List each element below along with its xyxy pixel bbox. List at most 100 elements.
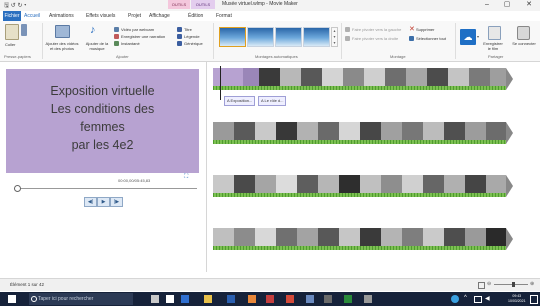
clip-thumbnail[interactable]	[381, 228, 402, 248]
paste-button[interactable]: Coller	[5, 42, 15, 47]
clip-thumbnail[interactable]	[276, 228, 297, 248]
save-movie-button[interactable]: Enregistrer le film	[482, 41, 504, 51]
storyboard-row[interactable]	[213, 68, 513, 90]
clip-thumbnail[interactable]	[465, 228, 486, 248]
music-track[interactable]	[213, 193, 506, 197]
add-videos-photos-button[interactable]: Ajouter des vidéos et des photos	[45, 41, 79, 51]
clip-thumbnail[interactable]	[213, 228, 234, 248]
zoom-out-icon[interactable]: ⊖	[487, 281, 491, 287]
music-track[interactable]	[213, 86, 506, 90]
seek-bar[interactable]	[14, 188, 197, 189]
video-preview[interactable]: Exposition virtuelle Les conditions des …	[6, 69, 199, 173]
caption-button[interactable]: Légende	[184, 34, 200, 39]
clip-thumbnail[interactable]	[259, 68, 280, 88]
cut-copy-icon[interactable]	[21, 24, 27, 36]
clip-thumbnail[interactable]	[213, 122, 234, 142]
tab-format[interactable]: Format	[214, 11, 234, 21]
taskbar-search-box[interactable]: Taper ici pour rechercher	[29, 293, 133, 305]
clip-thumbnail[interactable]	[486, 228, 506, 248]
chrome-icon[interactable]	[266, 295, 274, 303]
clip-thumbnail[interactable]	[444, 175, 465, 195]
fullscreen-icon[interactable]: ⛶	[184, 174, 192, 181]
clip-thumbnail[interactable]	[297, 228, 318, 248]
sign-in-button[interactable]: Se connecter	[512, 41, 536, 46]
clip-thumbnail[interactable]	[234, 228, 255, 248]
theme-thumbnail[interactable]	[275, 27, 302, 47]
clip-thumbnail[interactable]	[297, 175, 318, 195]
caption-item[interactable]: A Le rôle d...	[258, 96, 287, 106]
clip-thumbnail[interactable]	[234, 122, 255, 142]
clip-thumbnail[interactable]	[427, 68, 448, 88]
next-frame-button[interactable]: |▶	[110, 197, 123, 207]
storyboard-view-icon[interactable]	[478, 282, 485, 289]
excel-icon[interactable]	[344, 295, 352, 303]
record-narration-button[interactable]: Enregistrer une narration	[121, 34, 165, 39]
webcam-video-button[interactable]: Vidéo par webcam	[121, 27, 154, 32]
music-track[interactable]	[213, 246, 506, 250]
clip-thumbnail[interactable]	[243, 68, 259, 88]
seek-handle[interactable]	[14, 185, 21, 192]
music-track[interactable]	[213, 140, 506, 144]
clip-thumbnail[interactable]	[423, 122, 444, 142]
tab-effets-visuels[interactable]: Effets visuels	[84, 11, 117, 21]
add-music-button[interactable]: Ajouter de la musique	[82, 41, 112, 51]
network-icon[interactable]	[474, 296, 482, 303]
clip-thumbnail[interactable]	[385, 68, 406, 88]
onedrive-cloud-icon[interactable]: ☁	[460, 29, 476, 45]
clip-thumbnail[interactable]	[213, 68, 243, 88]
clip-thumbnail[interactable]	[465, 175, 486, 195]
firefox-icon[interactable]	[248, 295, 256, 303]
clip-thumbnail[interactable]	[423, 175, 444, 195]
edge-browser-icon[interactable]	[181, 295, 189, 303]
clip-thumbnail[interactable]	[276, 175, 297, 195]
tab-animations[interactable]: Animations	[47, 11, 76, 21]
clip-thumbnail[interactable]	[364, 68, 385, 88]
minimize-button[interactable]: –	[480, 0, 494, 10]
zoom-in-icon[interactable]: ⊕	[530, 281, 534, 287]
storyboard-row[interactable]	[213, 228, 513, 250]
movie-maker-taskbar-icon[interactable]	[306, 295, 314, 303]
clip-thumbnail[interactable]	[280, 68, 301, 88]
theme-thumbnail[interactable]	[247, 27, 274, 47]
clip-thumbnail[interactable]	[469, 68, 490, 88]
tab-fichier[interactable]: Fichier	[3, 11, 21, 21]
windows-start-icon[interactable]	[8, 295, 16, 303]
clip-thumbnail[interactable]	[402, 175, 423, 195]
clip-thumbnail[interactable]	[381, 122, 402, 142]
help-icon[interactable]	[451, 295, 459, 303]
share-dropdown-icon[interactable]: ▾	[477, 34, 479, 39]
clip-thumbnail[interactable]	[255, 175, 276, 195]
storyboard-row[interactable]	[213, 122, 513, 144]
clip-thumbnail[interactable]	[406, 68, 427, 88]
clip-thumbnail[interactable]	[360, 122, 381, 142]
clip-thumbnail[interactable]	[448, 68, 469, 88]
clip-thumbnail[interactable]	[339, 175, 360, 195]
pane-divider[interactable]	[206, 62, 207, 272]
task-view-icon[interactable]	[166, 295, 174, 303]
tab-affichage[interactable]: Affichage	[147, 11, 172, 21]
word-icon[interactable]	[227, 295, 235, 303]
volume-icon[interactable]: ◀	[485, 295, 490, 302]
clip-thumbnail[interactable]	[343, 68, 364, 88]
clip-thumbnail[interactable]	[234, 175, 255, 195]
notifications-icon[interactable]	[530, 295, 538, 304]
playhead[interactable]	[220, 66, 221, 100]
clip-thumbnail[interactable]	[381, 175, 402, 195]
rotate-left-button[interactable]: Faire pivoter vers la gauche	[352, 27, 401, 32]
clip-thumbnail[interactable]	[255, 122, 276, 142]
select-all-button[interactable]: Sélectionner tout	[416, 36, 446, 41]
title-button[interactable]: Titre	[184, 27, 192, 32]
maximize-button[interactable]: ▢	[500, 0, 514, 10]
clip-thumbnail[interactable]	[360, 175, 381, 195]
clip-thumbnail[interactable]	[322, 68, 343, 88]
file-explorer-icon[interactable]	[204, 295, 212, 303]
clip-thumbnail[interactable]	[301, 68, 322, 88]
clip-thumbnail[interactable]	[276, 122, 297, 142]
clip-thumbnail[interactable]	[318, 122, 339, 142]
clip-thumbnail[interactable]	[444, 122, 465, 142]
system-clock[interactable]: 09:43 10/03/2021	[508, 294, 526, 303]
clip-thumbnail[interactable]	[255, 228, 276, 248]
quick-access-toolbar[interactable]: 🖫 ↺ ↻ ▾	[4, 1, 26, 11]
zoom-slider[interactable]	[494, 284, 528, 285]
tab-projet[interactable]: Projet	[126, 11, 143, 21]
